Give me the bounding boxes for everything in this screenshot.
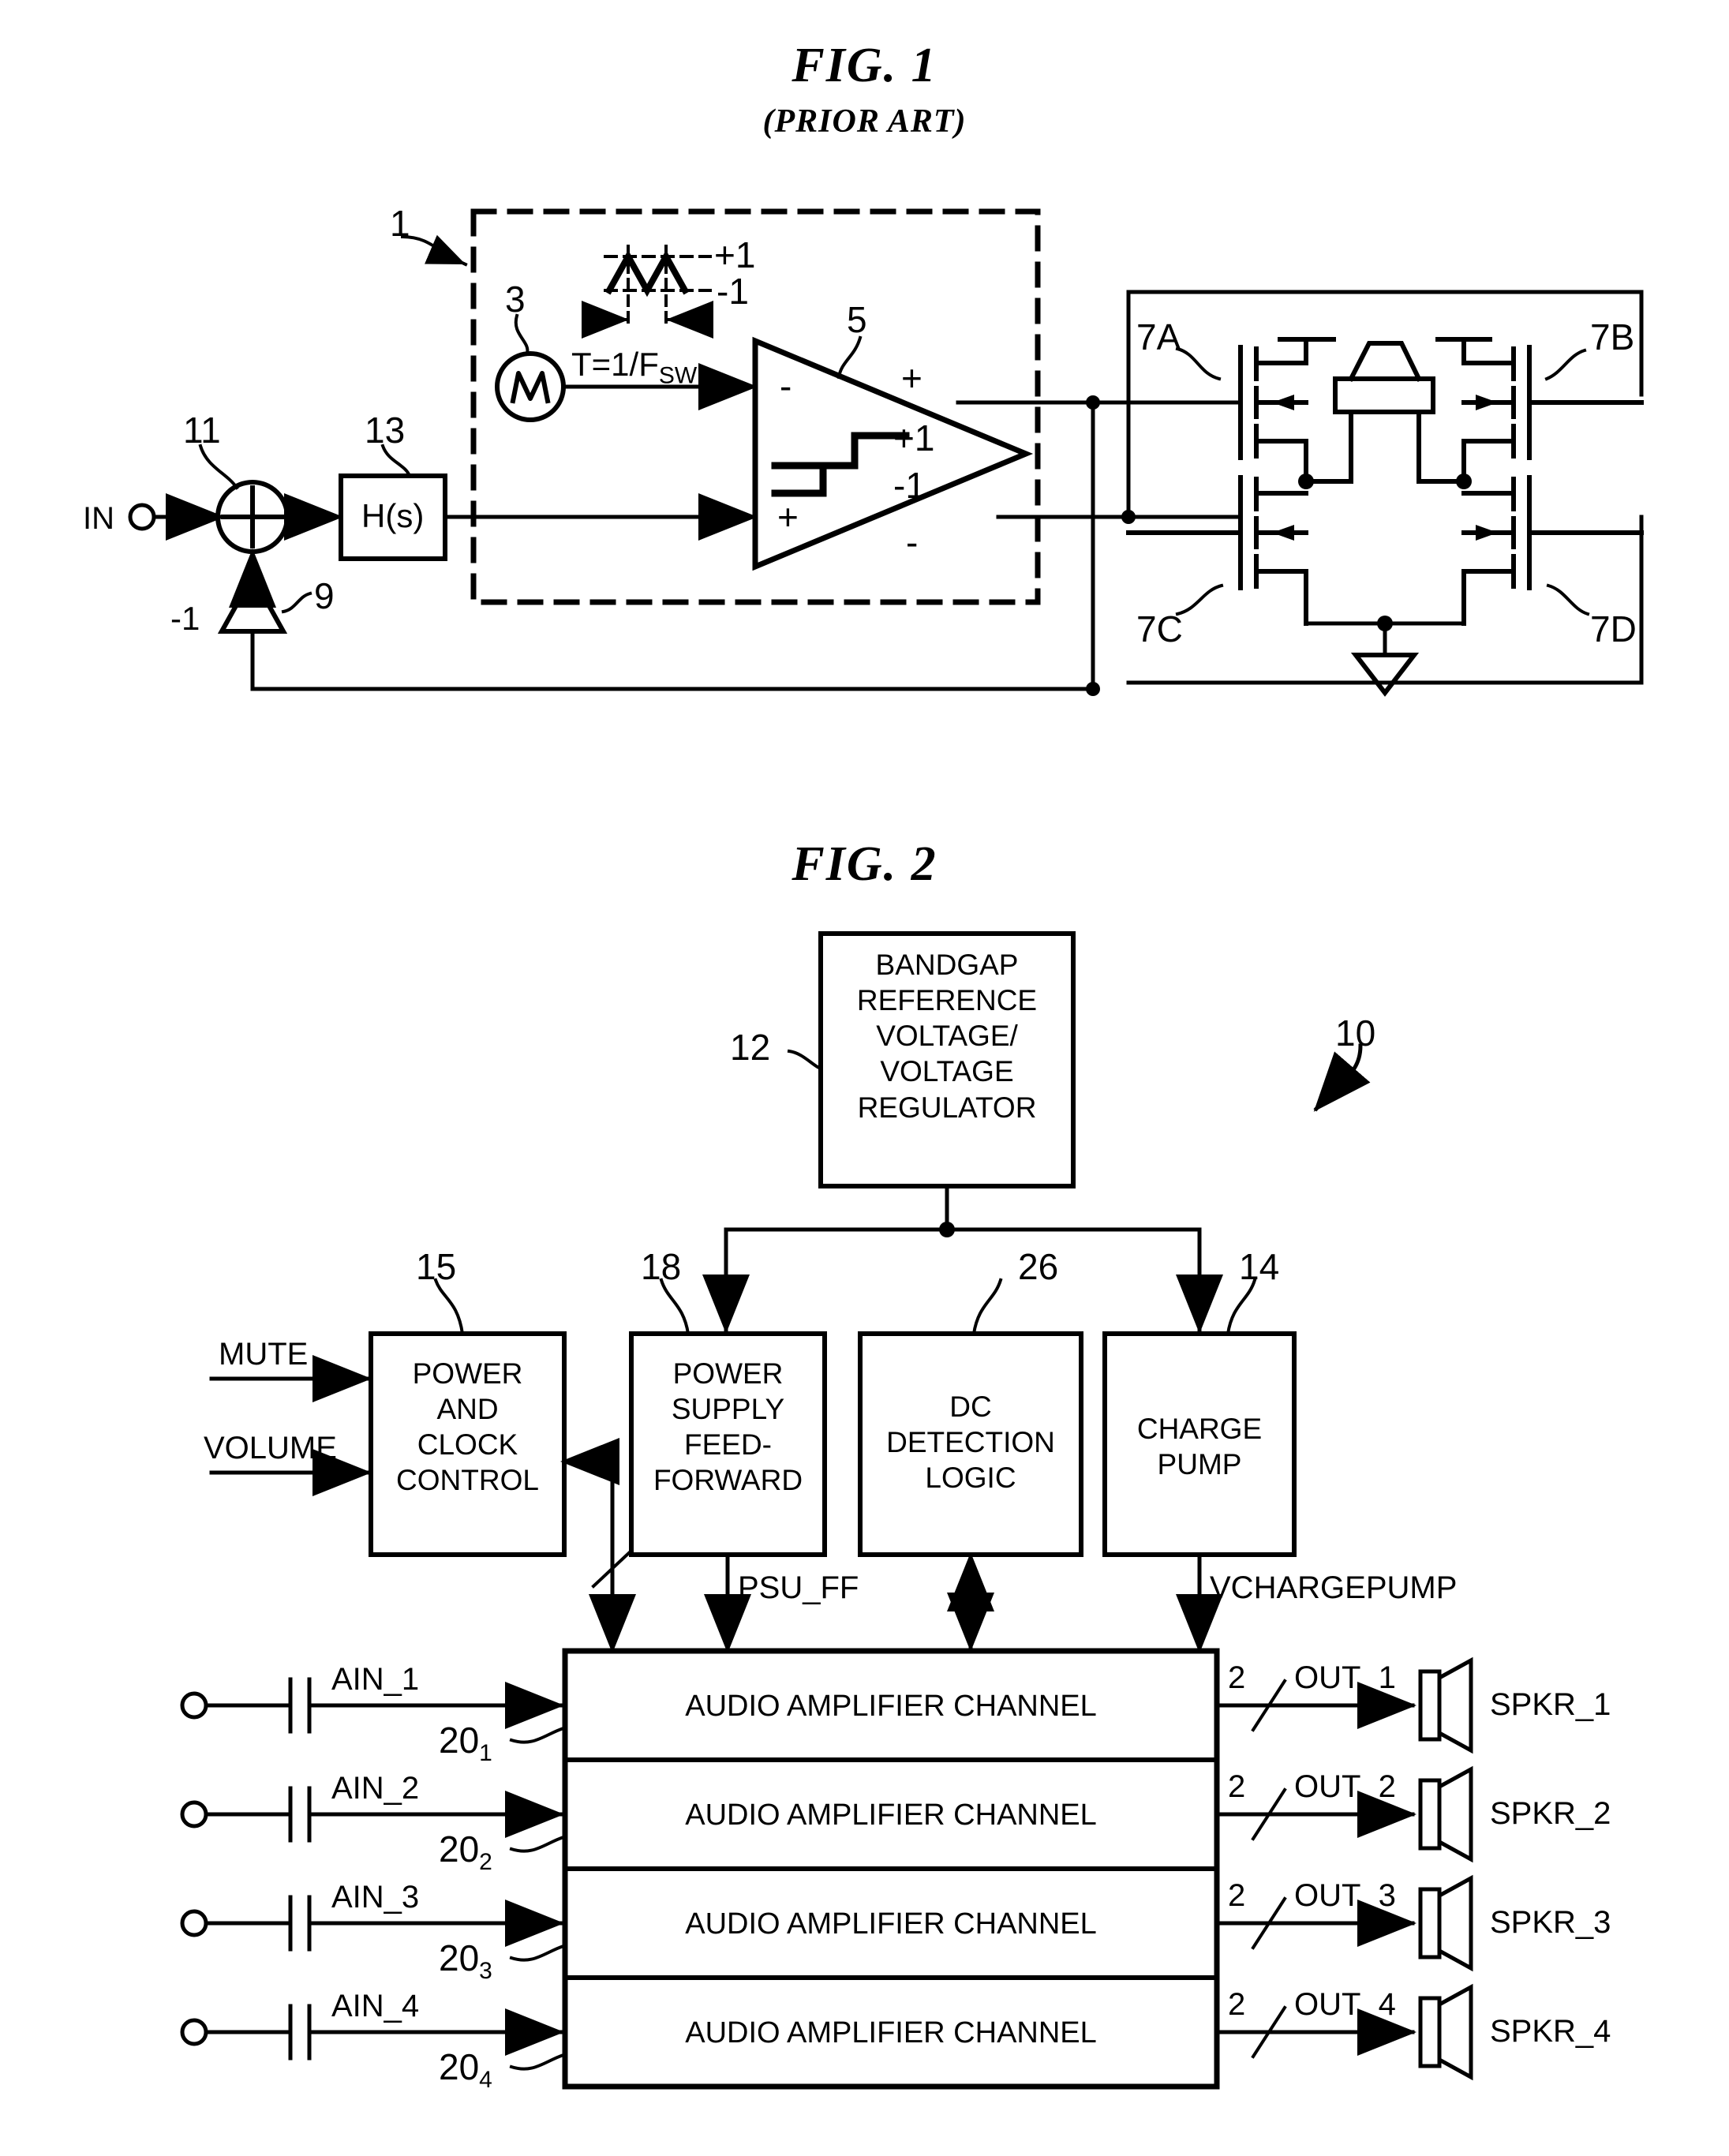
ref-20-2: 20: [439, 1828, 480, 1870]
fig2-ref-charge-pump: 14: [1239, 1246, 1280, 1287]
fig1-period-label: T=1/FSW: [571, 346, 697, 389]
bandgap-line-2: REFERENCE: [856, 984, 1038, 1017]
fig2-input-mute: MUTE: [219, 1337, 309, 1372]
fig1-ref-mosfet-b: 7B: [1590, 316, 1635, 357]
ref-20-3: 20: [439, 1937, 480, 1978]
psu-ff-line-2: SUPPLY: [671, 1393, 785, 1426]
fig1-ref-inverter: 9: [314, 575, 335, 616]
fig1-comparator-level-plus: +1: [893, 417, 935, 459]
fig2-ref-psu-ff: 18: [641, 1246, 682, 1287]
power-clock-line-2: AND: [436, 1393, 499, 1426]
fig2-output-label-out-1: OUT_1: [1294, 1660, 1396, 1695]
bandgap-line-3: VOLTAGE/: [876, 1020, 1018, 1053]
bandgap-line-4: VOLTAGE: [880, 1055, 1014, 1088]
fig2-input-label-ain-1: AIN_1: [331, 1662, 420, 1697]
charge-pump-line-1: CHARGE: [1136, 1413, 1263, 1445]
fig1-inverter-gain-label: -1: [170, 600, 200, 637]
dc-detect-line-1: DC: [949, 1391, 992, 1423]
fig2-input-label-ain-4: AIN_4: [331, 1989, 420, 2023]
ref-20-3-sub: 3: [479, 1958, 492, 1985]
fig2-block-psu-ff-label: POWER SUPPLY FEED- FORWARD: [631, 1356, 825, 1499]
fig2-input-label-ain-2: AIN_2: [331, 1771, 420, 1806]
psu-ff-line-3: FEED-: [684, 1428, 772, 1462]
fig1-ref-summer: 11: [183, 410, 221, 451]
fig2-channel-label-1: AUDIO AMPLIFIER CHANNEL: [685, 1690, 1097, 1723]
fig1-comparator-output-plus: +: [901, 357, 923, 399]
fig2-ref-system: 10: [1335, 1012, 1376, 1054]
fig2-ref-channel-3: 203: [439, 1937, 492, 1985]
fig2-output-label-out-4: OUT_4: [1294, 1987, 1396, 2022]
power-clock-line-1: POWER: [412, 1357, 523, 1390]
psu-ff-line-1: POWER: [672, 1357, 784, 1390]
dc-detect-line-2: DETECTION: [886, 1426, 1055, 1459]
fig1-comparator-input-plus: +: [777, 496, 799, 537]
fig2-out-width-3: 2: [1228, 1878, 1246, 1913]
ref-20-1: 20: [439, 1720, 480, 1761]
bandgap-line-5: REGULATOR: [857, 1091, 1037, 1124]
fig2-input-volume: VOLUME: [204, 1431, 337, 1465]
fig1-period-text: T=1/F: [571, 346, 659, 383]
fig2-ref-channel-4: 204: [439, 2046, 492, 2094]
fig1-period-subscript: SW: [658, 362, 698, 389]
power-clock-line-4: CONTROL: [396, 1464, 539, 1497]
fig2-ref-channel-2: 202: [439, 1828, 492, 1876]
fig2-ref-dc-detect: 26: [1018, 1246, 1059, 1287]
fig1-ref-triangle-source: 3: [505, 279, 526, 320]
fig1-comparator-input-minus: -: [780, 365, 792, 406]
fig1-loop-filter-label: H(s): [361, 497, 425, 534]
fig1-ref-comparator: 5: [847, 299, 867, 340]
fig2-block-bandgap-label: BANDGAP REFERENCE VOLTAGE/ VOLTAGE REGUL…: [821, 947, 1073, 1125]
fig2-out-width-1: 2: [1228, 1660, 1246, 1695]
fig2-channel-label-3: AUDIO AMPLIFIER CHANNEL: [685, 1907, 1097, 1941]
fig2-ref-channel-1: 201: [439, 1719, 492, 1767]
fig1-ref-mosfet-a: 7A: [1136, 316, 1181, 357]
fig2-output-label-out-3: OUT_3: [1294, 1878, 1396, 1913]
fig1-comparator-output-minus: -: [906, 522, 919, 563]
fig1-ref-modulator: 1: [390, 203, 410, 244]
fig2-input-label-ain-3: AIN_3: [331, 1880, 420, 1915]
fig1-comparator-level-minus: -1: [893, 465, 926, 506]
ref-20-1-sub: 1: [479, 1740, 492, 1767]
power-clock-line-3: CLOCK: [417, 1428, 518, 1462]
fig2-speaker-label-4: SPKR_4: [1490, 2014, 1611, 2049]
bandgap-line-1: BANDGAP: [875, 949, 1019, 981]
fig2-signal-vchargepump: VCHARGEPUMP: [1210, 1570, 1458, 1605]
dc-detect-line-3: LOGIC: [925, 1462, 1016, 1495]
fig2-out-width-2: 2: [1228, 1769, 1246, 1804]
fig2-channel-label-2: AUDIO AMPLIFIER CHANNEL: [685, 1799, 1097, 1832]
fig2-channel-label-4: AUDIO AMPLIFIER CHANNEL: [685, 2016, 1097, 2049]
fig2-ref-power-clock: 15: [416, 1246, 457, 1287]
fig2-signal-psu-ff: PSU_FF: [738, 1570, 859, 1605]
fig2-speaker-label-2: SPKR_2: [1490, 1796, 1611, 1831]
fig1-input-terminal-label: IN: [83, 501, 114, 536]
fig2-block-power-clock-label: POWER AND CLOCK CONTROL: [371, 1356, 564, 1499]
ref-20-2-sub: 2: [479, 1849, 492, 1876]
fig2-ref-bandgap: 12: [730, 1027, 771, 1068]
fig2-speaker-label-3: SPKR_3: [1490, 1905, 1611, 1940]
fig1-ref-loop-filter: 13: [365, 410, 406, 451]
fig2-block-dc-detect-label: DC DETECTION LOGIC: [860, 1389, 1081, 1495]
fig1-ref-mosfet-d: 7D: [1590, 608, 1637, 649]
fig2-output-label-out-2: OUT_2: [1294, 1769, 1396, 1804]
ref-20-4: 20: [439, 2046, 480, 2087]
ref-20-4-sub: 4: [479, 2067, 492, 2094]
fig1-triangle-peak-minus: -1: [717, 271, 749, 312]
charge-pump-line-2: PUMP: [1157, 1448, 1242, 1481]
psu-ff-line-4: FORWARD: [653, 1464, 803, 1497]
fig2-out-width-4: 2: [1228, 1987, 1246, 2022]
fig2-speaker-label-1: SPKR_1: [1490, 1687, 1611, 1722]
fig2-block-charge-pump-label: CHARGE PUMP: [1105, 1411, 1294, 1482]
fig1-ref-mosfet-c: 7C: [1136, 608, 1183, 649]
